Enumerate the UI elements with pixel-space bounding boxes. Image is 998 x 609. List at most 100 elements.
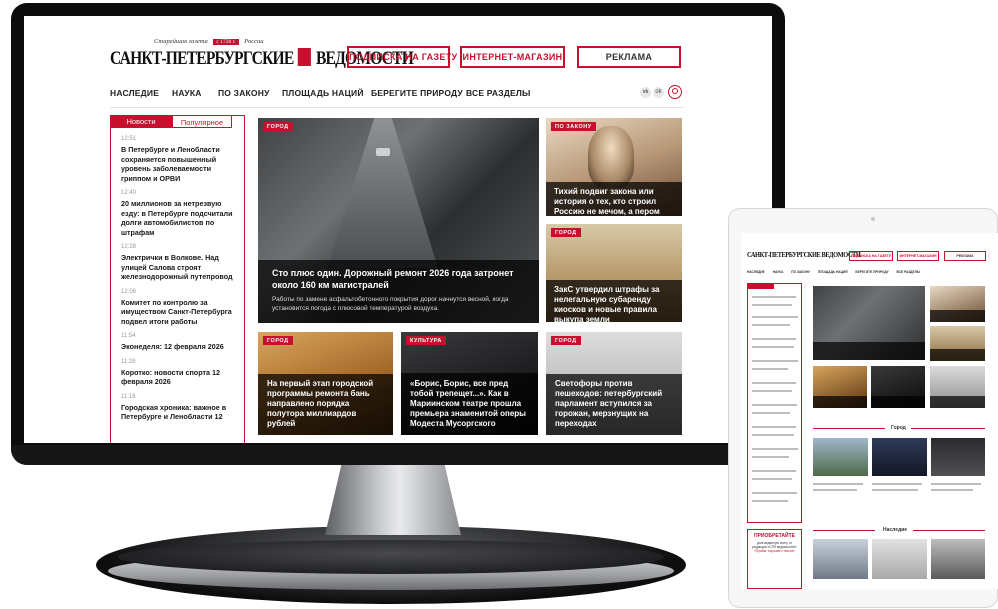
card-title[interactable]: Сто плюс один. Дорожный ремонт 2026 года…: [272, 268, 525, 291]
tablet-nav-item[interactable]: БЕРЕГИТЕ ПРИРОДУ: [855, 270, 888, 274]
feed-item[interactable]: 12:40 20 миллионов за нетрезвую езду: в …: [121, 190, 241, 237]
tablet-nav-item[interactable]: ПЛОЩАДЬ НАЦИЙ: [818, 270, 848, 274]
feed-title[interactable]: Городская хроника: важное в Петербурге и…: [121, 403, 241, 422]
card-zaks-fines[interactable]: ГОРОД ЗакС утвердил штрафы за нелегальну…: [546, 224, 682, 322]
card-tag[interactable]: ГОРОД: [263, 122, 293, 131]
logo-tagline-left: Старейшая газета: [154, 38, 208, 45]
feed-time: 11:28: [121, 358, 136, 365]
card-tag[interactable]: ПО ЗАКОНУ: [551, 122, 596, 131]
card-caption: Светофоры против пешеходов: петербургски…: [546, 374, 682, 435]
card-tag[interactable]: ГОРОД: [551, 228, 581, 237]
tablet-nav-item[interactable]: НАСЛЕДИЕ: [747, 270, 765, 274]
news-sidebar: Новости Популярное 12:51 В Петербурге и …: [110, 115, 245, 443]
tablet-text-line: [813, 489, 857, 491]
tablet-feed-line: [752, 412, 790, 414]
card-main-road-repair[interactable]: ГОРОД Сто плюс один. Дорожный ремонт 202…: [258, 118, 539, 323]
tablet-tab-news[interactable]: [748, 284, 774, 289]
vk-icon[interactable]: vk: [640, 87, 651, 98]
tablet-city-photo[interactable]: [931, 438, 985, 476]
nav-divider: [110, 107, 684, 108]
tablet-feed-line: [752, 390, 792, 392]
site-logo[interactable]: Старейшая газета с 1728 г. России САНКТ-…: [110, 38, 414, 80]
tab-popular[interactable]: Популярное: [172, 115, 232, 128]
feed-item[interactable]: 11:54 Эконеделя: 12 февраля 2026: [121, 333, 241, 352]
tablet-section-city[interactable]: Город: [891, 425, 906, 431]
card-bath-repair[interactable]: ГОРОД На первый этап городской программы…: [258, 332, 393, 435]
tablet-feed-line: [752, 338, 796, 340]
tablet-ads-button[interactable]: РЕКЛАМА: [944, 251, 986, 261]
ok-icon[interactable]: ok: [653, 87, 664, 98]
tablet-feed-line: [752, 368, 788, 370]
monitor-stand-neck: [325, 465, 461, 535]
tablet-heritage-photo[interactable]: [931, 539, 985, 579]
card-mariinsky-opera[interactable]: КУЛЬТУРА «Борис, Борис, все пред тобой т…: [401, 332, 538, 435]
tablet-shop-button[interactable]: ИНТЕРНЕТ-МАГАЗИН: [897, 251, 939, 261]
subscribe-button[interactable]: ПОДПИСКА НА ГАЗЕТУ: [347, 46, 457, 68]
tablet-law-card[interactable]: [930, 286, 985, 322]
tablet-heritage-photo[interactable]: [813, 539, 868, 579]
tab-news[interactable]: Новости: [110, 115, 172, 128]
ads-button[interactable]: РЕКЛАМА: [577, 46, 681, 68]
tablet-feed-line: [752, 456, 789, 458]
tablet-lights-card[interactable]: [930, 366, 985, 408]
nav-item-nations[interactable]: ПЛОЩАДЬ НАЦИЙ: [282, 88, 364, 98]
card-tag[interactable]: ГОРОД: [551, 336, 581, 345]
feed-title[interactable]: Эконеделя: 12 февраля 2026: [121, 342, 241, 352]
feed-item[interactable]: 12:06 Комитет по контролю за имуществом …: [121, 289, 241, 327]
feed-item[interactable]: 12:28 Электрички в Волкове. Над улицей С…: [121, 244, 241, 282]
tablet-city-photo[interactable]: [872, 438, 927, 476]
nav-item-heritage[interactable]: НАСЛЕДИЕ: [110, 88, 159, 98]
tablet-feed-line: [752, 434, 794, 436]
feed-title[interactable]: 20 миллионов за нетрезвую езду: в Петерб…: [121, 199, 241, 237]
tablet-zaks-card[interactable]: [930, 326, 985, 361]
tablet-section-rule: [813, 428, 885, 429]
card-tag[interactable]: ГОРОД: [263, 336, 293, 345]
tablet-opera-card[interactable]: [871, 366, 925, 408]
tablet-logo[interactable]: САНКТ-ПЕТЕРБУРГСКИЕ ВЕДОМОСТИ: [747, 250, 861, 259]
tablet-nav: НАСЛЕДИЕ НАУКА ПО ЗАКОНУ ПЛОЩАДЬ НАЦИЙ Б…: [747, 270, 987, 274]
device-mockup-scene: Старейшая газета с 1728 г. России САНКТ-…: [0, 0, 998, 609]
tablet-city-photo[interactable]: [813, 438, 868, 476]
card-title[interactable]: ЗакС утвердил штрафы за нелегальную суба…: [554, 285, 674, 322]
tablet-main-card[interactable]: [813, 286, 925, 360]
tablet-nav-item[interactable]: ПО ЗАКОНУ: [791, 270, 810, 274]
card-title[interactable]: «Борис, Борис, все пред тобой трепещет..…: [410, 379, 529, 429]
card-title[interactable]: На первый этап городской программы ремон…: [267, 379, 384, 429]
feed-item[interactable]: 12:51 В Петербурге и Ленобласти сохраняе…: [121, 136, 241, 183]
tablet-feed-line: [752, 316, 798, 318]
tablet-nav-item[interactable]: НАУКА: [773, 270, 784, 274]
feed-time: 11:54: [121, 333, 136, 339]
feed-time: 11:16: [121, 393, 136, 400]
search-icon[interactable]: [668, 85, 682, 99]
feed-title[interactable]: Комитет по контролю за имуществом Санкт-…: [121, 298, 241, 327]
card-caption: На первый этап городской программы ремон…: [258, 374, 393, 435]
shop-button[interactable]: ИНТЕРНЕТ-МАГАЗИН: [460, 46, 565, 68]
nav-item-nature[interactable]: БЕРЕГИТЕ ПРИРОДУ: [371, 88, 463, 98]
tablet-subscribe-button[interactable]: ПОДПИСКА НА ГАЗЕТУ: [849, 251, 893, 261]
feed-title[interactable]: Коротко: новости спорта 12 февраля 2026: [121, 368, 241, 387]
nav-item-all-sections[interactable]: ВСЕ РАЗДЕЛЫ: [466, 88, 531, 98]
feed-title[interactable]: В Петербурге и Ленобласти сохраняется по…: [121, 145, 241, 183]
card-law-history[interactable]: ПО ЗАКОНУ Тихий подвиг закона или истори…: [546, 118, 682, 216]
car-photo: [376, 148, 390, 156]
feed-title[interactable]: Электрички в Волкове. Над улицей Салова …: [121, 253, 241, 282]
feed-item[interactable]: 11:16 Городская хроника: важное в Петерб…: [121, 394, 241, 422]
nav-item-law[interactable]: ПО ЗАКОНУ: [218, 88, 270, 98]
tablet-heritage-photo[interactable]: [872, 539, 927, 579]
nav-item-science[interactable]: НАУКА: [172, 88, 202, 98]
card-title[interactable]: Тихий подвиг закона или история о тех, к…: [554, 187, 674, 216]
tablet-feed-line: [752, 448, 798, 450]
news-feed: 12:51 В Петербурге и Ленобласти сохраняе…: [121, 136, 241, 429]
card-title[interactable]: Светофоры против пешеходов: петербургски…: [555, 379, 673, 429]
tablet-nav-item[interactable]: ВСЕ РАЗДЕЛЫ: [897, 270, 920, 274]
feed-item[interactable]: 11:28 Коротко: новости спорта 12 февраля…: [121, 359, 241, 387]
tablet-section-heritage[interactable]: Наследие: [883, 527, 907, 533]
monitor-stand-top: [118, 540, 664, 574]
tablet-card-caption: [813, 342, 925, 360]
tablet-text-line: [931, 483, 981, 485]
tablet-bath-card[interactable]: [813, 366, 867, 408]
card-traffic-lights[interactable]: ГОРОД Светофоры против пешеходов: петерб…: [546, 332, 682, 435]
card-tag[interactable]: КУЛЬТУРА: [406, 336, 446, 345]
tablet-text-line: [872, 483, 922, 485]
tablet-book-promo[interactable]: ПРИОБРЕТАЙТЕ долгожданную книгу от редак…: [747, 529, 802, 589]
